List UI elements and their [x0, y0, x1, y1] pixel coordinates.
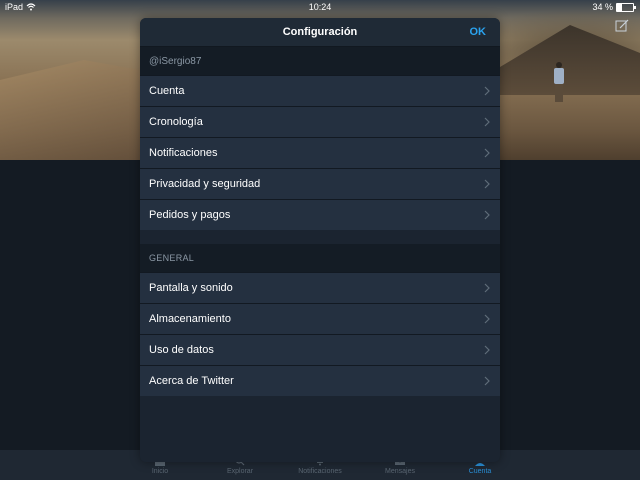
settings-item-notificaciones[interactable]: Notificaciones [140, 137, 500, 168]
tab-label: Explorar [226, 468, 254, 475]
modal-title: Configuración [282, 26, 358, 38]
tab-label: Mensajes [385, 468, 415, 475]
settings-item-label: Pantalla y sonido [149, 282, 233, 294]
chevron-right-icon [484, 117, 490, 127]
settings-item-label: Notificaciones [149, 147, 218, 159]
settings-item-pantalla[interactable]: Pantalla y sonido [140, 272, 500, 303]
settings-item-label: Cronología [149, 116, 203, 128]
chevron-right-icon [484, 86, 490, 96]
chevron-right-icon [484, 148, 490, 158]
settings-item-cuenta[interactable]: Cuenta [140, 75, 500, 106]
settings-item-uso-datos[interactable]: Uso de datos [140, 334, 500, 365]
settings-item-privacidad[interactable]: Privacidad y seguridad [140, 168, 500, 199]
settings-item-almacenamiento[interactable]: Almacenamiento [140, 303, 500, 334]
chevron-right-icon [484, 210, 490, 220]
settings-item-pedidos[interactable]: Pedidos y pagos [140, 199, 500, 230]
modal-header: Configuración OK [140, 18, 500, 47]
settings-item-cronologia[interactable]: Cronología [140, 106, 500, 137]
settings-item-label: Privacidad y seguridad [149, 178, 261, 190]
tab-label: Inicio [151, 468, 169, 475]
settings-item-label: Cuenta [149, 85, 185, 97]
ok-button[interactable]: OK [470, 26, 487, 38]
settings-item-label: Almacenamiento [149, 313, 231, 325]
chevron-right-icon [484, 283, 490, 293]
chevron-right-icon [484, 345, 490, 355]
battery-icon [616, 2, 636, 12]
sand-dune-left [0, 60, 140, 160]
clock: 10:24 [308, 2, 332, 12]
settings-item-acerca[interactable]: Acerca de Twitter [140, 365, 500, 396]
sand-dune-right [500, 25, 640, 95]
compose-icon[interactable] [614, 18, 630, 34]
account-section-header: @iSergio87 [140, 47, 500, 75]
tab-label: Notificaciones [298, 468, 342, 475]
status-bar: iPad 10:24 34 % [0, 0, 640, 14]
settings-item-label: Acerca de Twitter [149, 375, 234, 387]
settings-modal: Configuración OK @iSergio87 Cuenta Crono… [140, 18, 500, 462]
settings-item-label: Uso de datos [149, 344, 214, 356]
chevron-right-icon [484, 376, 490, 386]
settings-item-label: Pedidos y pagos [149, 209, 231, 221]
tab-label: Cuenta [468, 468, 492, 475]
battery-percent: 34 % [592, 2, 613, 12]
chevron-right-icon [484, 179, 490, 189]
person-figure [553, 62, 565, 102]
chevron-right-icon [484, 314, 490, 324]
general-section-header: GENERAL [140, 244, 500, 272]
